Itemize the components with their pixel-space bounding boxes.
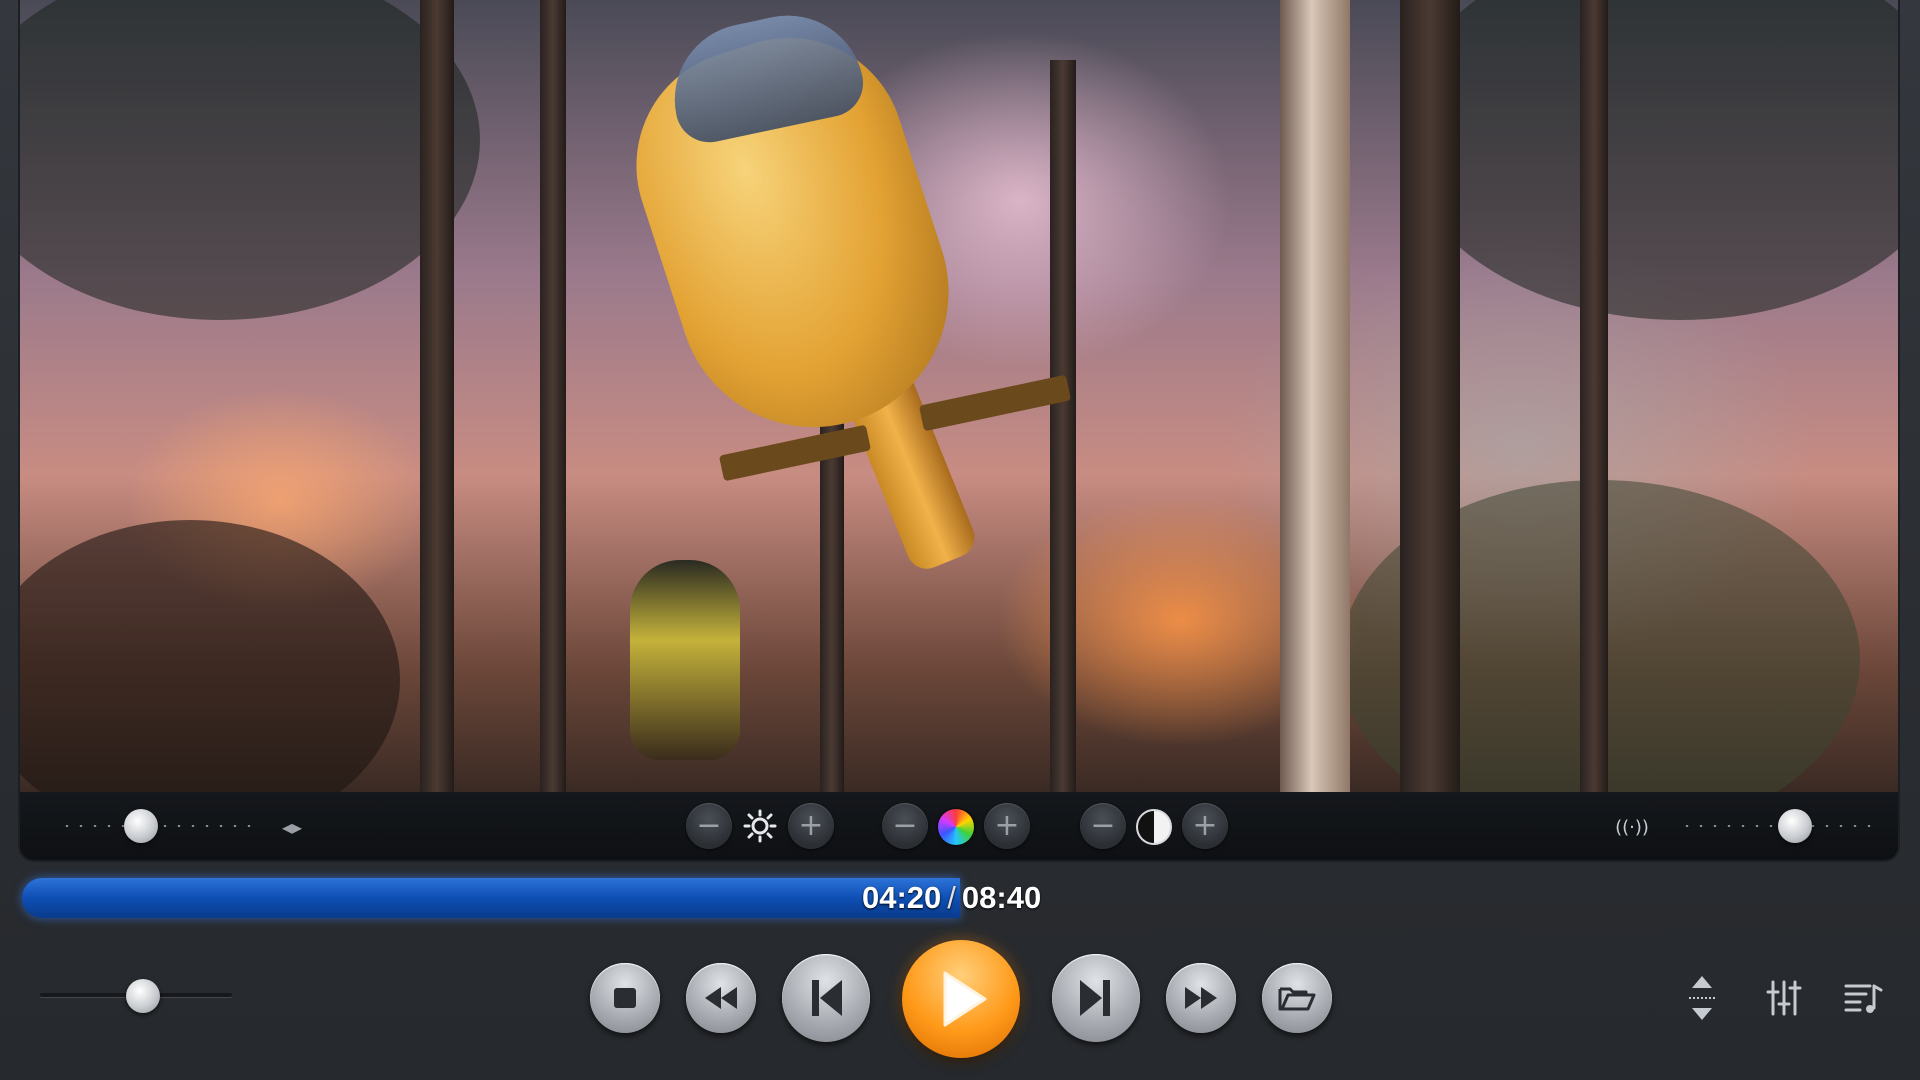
play-button[interactable] [902, 940, 1020, 1058]
saturation-minus-button[interactable]: − [882, 803, 928, 849]
sun-icon [740, 806, 780, 846]
foliage [20, 0, 480, 320]
equalizer-icon [1766, 980, 1802, 1016]
audio-knob[interactable] [1778, 809, 1812, 843]
minus-icon: − [1090, 808, 1116, 843]
previous-button[interactable] [782, 954, 870, 1042]
tree-trunk [1400, 0, 1460, 792]
contrast-minus-button[interactable]: − [1080, 803, 1126, 849]
resize-vertical-icon [1689, 976, 1715, 1020]
contrast-plus-button[interactable]: + [1182, 803, 1228, 849]
tree-trunk [420, 0, 454, 792]
contrast-icon [1134, 807, 1174, 847]
video-area[interactable] [20, 0, 1898, 840]
volume-knob[interactable] [126, 979, 160, 1013]
helicopter-skid [918, 374, 1072, 432]
plus-icon: + [994, 808, 1020, 843]
open-file-button[interactable] [1262, 963, 1332, 1033]
equalizer-button[interactable] [1762, 976, 1806, 1020]
stop-icon [614, 988, 636, 1008]
playlist-button[interactable] [1842, 976, 1886, 1020]
media-player-window: ◂▸ − + − + − + ((·)) 04:20 / 08:40 [0, 0, 1920, 1080]
surround-sound-icon[interactable]: ((·)) [1608, 812, 1656, 842]
resize-button[interactable] [1680, 972, 1724, 1024]
video-frame: ◂▸ − + − + − + ((·)) [20, 0, 1898, 860]
seek-progress [22, 878, 960, 918]
brightness-plus-button[interactable]: + [788, 803, 834, 849]
play-icon [943, 971, 987, 1027]
tree-trunk [1580, 0, 1608, 792]
fast-forward-button[interactable] [1166, 963, 1236, 1033]
saturation-plus-button[interactable]: + [984, 803, 1030, 849]
stop-button[interactable] [590, 963, 660, 1033]
color-wheel-icon [936, 807, 976, 847]
foliage [1400, 0, 1898, 320]
plus-icon: + [1192, 808, 1218, 843]
time-separator: / [947, 880, 956, 915]
rewind-button[interactable] [686, 963, 756, 1033]
time-display: 04:20/08:40 [862, 880, 1041, 916]
total-time: 08:40 [961, 880, 1042, 915]
next-button[interactable] [1052, 954, 1140, 1042]
playlist-icon [1844, 984, 1883, 1013]
tree-trunk [1050, 60, 1076, 792]
folder-open-icon [1278, 987, 1316, 1011]
left-right-arrows-icon[interactable]: ◂▸ [272, 812, 312, 842]
balance-knob[interactable] [124, 809, 158, 843]
rewind-icon [705, 987, 737, 1009]
balance-track[interactable] [60, 825, 260, 827]
skip-next-icon [1080, 980, 1110, 1016]
plus-icon: + [798, 808, 824, 843]
fast-forward-icon [1185, 987, 1217, 1009]
helicopter-skid [718, 424, 872, 482]
birch-trunk [1280, 0, 1350, 792]
current-time: 04:20 [862, 880, 942, 915]
minus-icon: − [696, 808, 722, 843]
tree-trunk [540, 0, 566, 792]
minus-icon: − [892, 808, 918, 843]
video-adjust-bar: ◂▸ − + − + − + ((·)) [20, 792, 1898, 860]
skip-previous-icon [812, 980, 842, 1016]
brightness-minus-button[interactable]: − [686, 803, 732, 849]
rescuer-figure [630, 560, 740, 760]
